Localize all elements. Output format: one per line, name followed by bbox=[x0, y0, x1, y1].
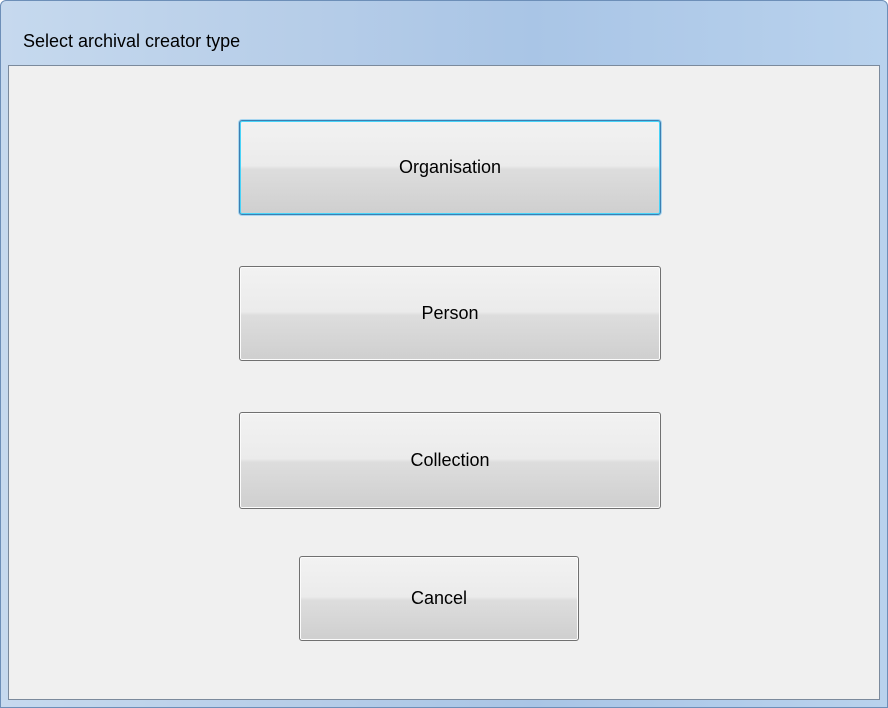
title-bar[interactable]: Select archival creator type bbox=[1, 1, 887, 65]
organisation-button-label: Organisation bbox=[398, 157, 502, 177]
organisation-button[interactable]: Organisation bbox=[239, 120, 661, 215]
cancel-button[interactable]: Cancel bbox=[299, 556, 579, 641]
collection-button[interactable]: Collection bbox=[239, 412, 661, 509]
person-button-label: Person bbox=[421, 303, 479, 323]
person-button[interactable]: Person bbox=[239, 266, 661, 361]
collection-button-label: Collection bbox=[410, 450, 490, 470]
dialog-window: Select archival creator type Organisatio… bbox=[0, 0, 888, 708]
cancel-button-label: Cancel bbox=[410, 588, 468, 608]
dialog-client-area: Organisation Person Collection Cancel bbox=[8, 65, 880, 700]
window-title: Select archival creator type bbox=[23, 31, 241, 51]
